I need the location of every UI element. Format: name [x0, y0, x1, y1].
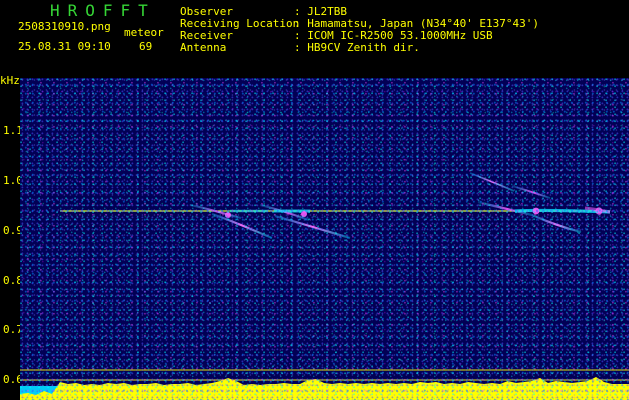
spectrogram-noise-secondary — [20, 78, 629, 400]
header: HROFFT 2508310910.png meteor 25.08.31 09… — [0, 0, 629, 78]
meteor-count: 69 — [139, 40, 153, 53]
meteor-label: meteor — [124, 26, 164, 39]
antenna-label: Antenna — [180, 41, 227, 54]
khz-unit-label: kHz — [0, 74, 20, 87]
spectrogram-panel — [20, 78, 629, 400]
hrofft-logo: HROFFT — [50, 1, 156, 20]
filename-label: 2508310910.png — [18, 20, 111, 33]
timestamp-label: 25.08.31 09:10 — [18, 40, 111, 53]
antenna-value: : HB9CV Zenith dir. — [294, 41, 420, 54]
